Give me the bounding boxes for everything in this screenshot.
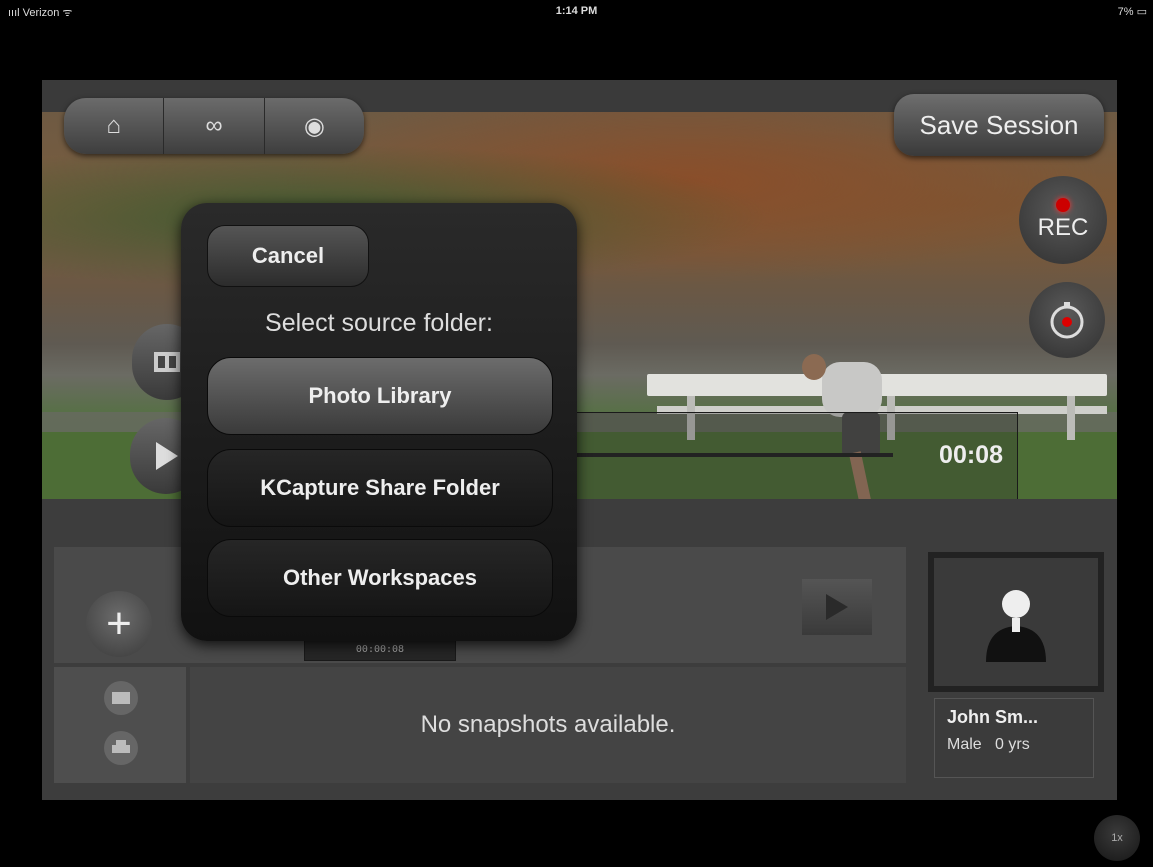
play-icon [826,594,848,620]
battery-indicator: 7% ▭ [1117,6,1147,18]
profile-meta: Male 0 yrs [947,736,1081,754]
kcapture-share-folder-option[interactable]: KCapture Share Folder [207,449,553,527]
source-folder-popup: Cancel Select source folder: Photo Libra… [181,203,577,641]
playback-speed-button[interactable]: 1x [1094,815,1140,861]
record-icon [1056,198,1070,212]
link-icon[interactable]: ∞ [164,98,265,154]
top-toolbar: ⌂ ∞ ◉ [64,98,364,154]
stopwatch-icon [1050,302,1084,339]
record-button[interactable]: REC [1019,176,1107,264]
profile-card: John Sm... Male 0 yrs [934,698,1094,778]
snapshots-empty-message: No snapshots available. [190,667,906,783]
clock: 1:14 PM [555,5,598,17]
photo-library-option[interactable]: Photo Library [207,357,553,435]
play-icon [156,442,178,470]
snapshot-actions [54,667,186,783]
status-bar: ıııl Verizon ᯤ 1:14 PM 7% ▭ [0,0,1153,22]
athlete-profile[interactable]: John Sm... Male 0 yrs [928,552,1104,798]
current-time: 00:08 [939,441,1003,469]
mail-icon[interactable] [104,681,138,715]
profile-gender: Male [947,736,982,753]
home-icon[interactable]: ⌂ [64,98,165,154]
cancel-button[interactable]: Cancel [207,225,369,287]
user-silhouette-icon [986,590,1046,662]
other-workspaces-option[interactable]: Other Workspaces [207,539,553,617]
popup-prompt: Select source folder: [265,309,493,337]
timer-button[interactable] [1029,282,1105,358]
save-session-button[interactable]: Save Session [894,94,1104,156]
profile-name: John Sm... [947,707,1039,727]
video-scrubber[interactable]: 00:08 [572,412,1018,500]
profile-age: 0 yrs [995,736,1030,753]
add-icon[interactable]: + [86,591,152,657]
eye-icon[interactable]: ◉ [265,98,364,154]
timeline-timecode: 00:00:08 [304,639,456,661]
scrubber-track [573,453,893,457]
print-icon[interactable] [104,731,138,765]
split-view-icon [154,352,180,372]
record-label: REC [1037,214,1089,241]
play-clip-button[interactable] [802,579,872,635]
avatar [928,552,1104,692]
